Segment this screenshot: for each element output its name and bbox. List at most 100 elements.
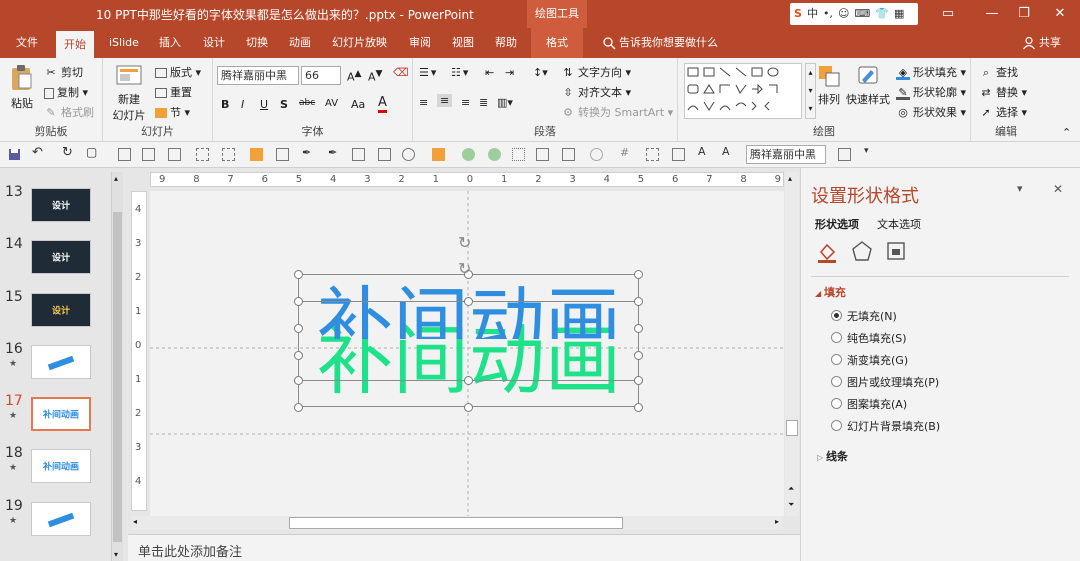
- char-spacing-button[interactable]: AV: [325, 98, 338, 109]
- tab-animations[interactable]: 动画: [281, 28, 319, 58]
- h-scroll-thumb[interactable]: [289, 517, 623, 529]
- line-section-header[interactable]: ▷ 线条: [817, 448, 848, 464]
- shape-effects-button[interactable]: ◎ 形状效果 ▾: [896, 104, 966, 120]
- scroll-up-arrow-right[interactable]: ▴: [788, 174, 792, 183]
- fill-option-radio[interactable]: [831, 420, 842, 431]
- qat-circle-icon-1[interactable]: [462, 148, 475, 161]
- next-slide-button[interactable]: ⏷: [788, 500, 794, 510]
- numbering-button[interactable]: ☷▾: [451, 66, 470, 79]
- qat-hash-icon[interactable]: #: [620, 146, 633, 159]
- share-button[interactable]: 共享: [1014, 28, 1069, 58]
- eyedropper-icon[interactable]: ✒: [302, 146, 315, 159]
- font-size-dropdown[interactable]: 66: [301, 66, 341, 88]
- copy-button[interactable]: 复制 ▾: [44, 84, 88, 100]
- qat-table-icon[interactable]: [536, 148, 549, 161]
- tell-me-box[interactable]: 告诉我你想要做什么: [594, 28, 726, 58]
- fill-option-radio[interactable]: [831, 398, 842, 409]
- slide-thumbnail[interactable]: 设计: [31, 188, 91, 222]
- thumbnails-scrollbar[interactable]: ▴ ▾: [111, 172, 123, 561]
- reset-button[interactable]: 重置: [155, 84, 192, 100]
- fill-option-radio[interactable]: [831, 332, 842, 343]
- effects-pentagon-icon[interactable]: [851, 240, 873, 262]
- arrange-button[interactable]: 排列: [812, 64, 846, 107]
- rotate-handle-icon[interactable]: ↻: [458, 233, 471, 252]
- bold-button[interactable]: B: [221, 98, 229, 111]
- fill-option-label[interactable]: 图案填充(A): [847, 396, 907, 412]
- tab-review[interactable]: 审阅: [401, 28, 439, 58]
- replace-button[interactable]: ⇄ 替换 ▾: [979, 84, 1027, 100]
- eyedropper-icon-2[interactable]: ✒: [328, 146, 341, 159]
- tab-file[interactable]: 文件: [8, 28, 46, 58]
- underline-button[interactable]: U: [260, 98, 268, 111]
- align-text-button[interactable]: ⇳ 对齐文本 ▾: [561, 84, 631, 100]
- shape-outline-button[interactable]: ✎ 形状轮廓 ▾: [896, 84, 966, 100]
- redo-icon[interactable]: ↻: [62, 145, 75, 160]
- slide-horizontal-scrollbar[interactable]: ◂ ▸: [131, 516, 783, 530]
- rotate-handle-icon-2[interactable]: ↻: [458, 259, 471, 278]
- fill-option-radio[interactable]: [831, 310, 842, 321]
- undo-icon[interactable]: ↶: [32, 145, 45, 160]
- increase-indent-button[interactable]: ⇥: [505, 66, 514, 79]
- resize-handle-tc-2[interactable]: [464, 297, 473, 306]
- cut-button[interactable]: ✂ 剪切: [44, 64, 83, 80]
- ime-lang[interactable]: 中: [807, 3, 818, 25]
- align-right-button[interactable]: ≡: [461, 96, 470, 109]
- slide-canvas[interactable]: 补间动画 补间动画 ↻ ↻: [150, 191, 784, 516]
- slide-scroll-thumb[interactable]: [786, 420, 798, 436]
- qat-textbox-icon[interactable]: [672, 148, 685, 161]
- quick-styles-button[interactable]: 快速样式: [844, 64, 892, 107]
- qat-paint-icon[interactable]: [432, 148, 445, 161]
- tab-slideshow[interactable]: 幻灯片放映: [324, 28, 395, 58]
- qat-ungroup-icon[interactable]: [222, 148, 235, 161]
- qat-select-icon[interactable]: [646, 148, 659, 161]
- qat-columns-icon[interactable]: [838, 148, 851, 161]
- align-center-button[interactable]: ≡: [437, 94, 453, 107]
- notes-pane[interactable]: 单击此处添加备注: [128, 534, 800, 561]
- resize-handle-br-2[interactable]: [634, 403, 643, 412]
- tab-insert[interactable]: 插入: [151, 28, 189, 58]
- fill-option-label[interactable]: 无填充(N): [847, 308, 897, 324]
- ribbon-display-options-button[interactable]: ▭: [926, 0, 970, 28]
- resize-handle-ml[interactable]: [294, 324, 303, 333]
- ime-skin-icon[interactable]: 👕: [875, 3, 889, 25]
- qat-shape-icon-1[interactable]: [118, 148, 131, 161]
- resize-handle-bl-2[interactable]: [294, 403, 303, 412]
- smartart-button[interactable]: ⚙ 转换为 SmartArt ▾: [561, 104, 673, 120]
- qat-align-icon[interactable]: [352, 148, 365, 161]
- scroll-up-arrow[interactable]: ▴: [114, 174, 118, 183]
- qat-font-dropdown[interactable]: 腾祥嘉丽中黑: [746, 145, 826, 164]
- slide-thumbnail[interactable]: 设计: [31, 240, 91, 274]
- tab-transitions[interactable]: 切换: [238, 28, 276, 58]
- close-button[interactable]: ✕: [1038, 0, 1080, 28]
- grow-font-button[interactable]: A▲: [347, 68, 362, 84]
- fill-option-label[interactable]: 渐变填充(G): [847, 352, 908, 368]
- tab-help[interactable]: 帮助: [487, 28, 525, 58]
- find-button[interactable]: ⌕ 查找: [979, 64, 1018, 80]
- resize-handle-mr-2[interactable]: [634, 351, 643, 360]
- select-button[interactable]: ➚ 选择 ▾: [979, 104, 1027, 120]
- ime-emoji-icon[interactable]: ☺: [838, 3, 849, 25]
- format-painter-button[interactable]: ✎ 格式刷: [44, 104, 94, 120]
- size-properties-icon[interactable]: [885, 240, 907, 262]
- qat-distribute-icon[interactable]: [378, 148, 391, 161]
- align-left-button[interactable]: ≡: [419, 96, 428, 109]
- shape-fill-button[interactable]: ◈ 形状填充 ▾: [896, 64, 966, 80]
- tab-islide[interactable]: iSlide: [101, 28, 147, 58]
- ime-toolbar[interactable]: S 中 •, ☺ ⌨ 👕 ▦: [790, 3, 918, 25]
- shadow-button[interactable]: S: [280, 98, 288, 111]
- qat-merge-shapes-icon[interactable]: [402, 148, 415, 161]
- font-size-value[interactable]: 66: [301, 66, 341, 85]
- ime-keyboard-icon[interactable]: ⌨: [854, 3, 870, 25]
- tab-view[interactable]: 视图: [444, 28, 482, 58]
- tab-design[interactable]: 设计: [195, 28, 233, 58]
- save-icon[interactable]: [8, 148, 21, 161]
- resize-handle-tr[interactable]: [634, 270, 643, 279]
- ime-grid-icon[interactable]: ▦: [894, 3, 904, 25]
- resize-handle-tl-2[interactable]: [294, 297, 303, 306]
- resize-handle-bl[interactable]: [294, 376, 303, 385]
- qat-crop-icon[interactable]: [276, 148, 289, 161]
- fill-line-icon[interactable]: [815, 240, 839, 264]
- tab-shape-options[interactable]: 形状选项: [815, 216, 859, 232]
- section-button[interactable]: 节 ▾: [155, 104, 190, 120]
- tab-home[interactable]: 开始: [56, 31, 94, 58]
